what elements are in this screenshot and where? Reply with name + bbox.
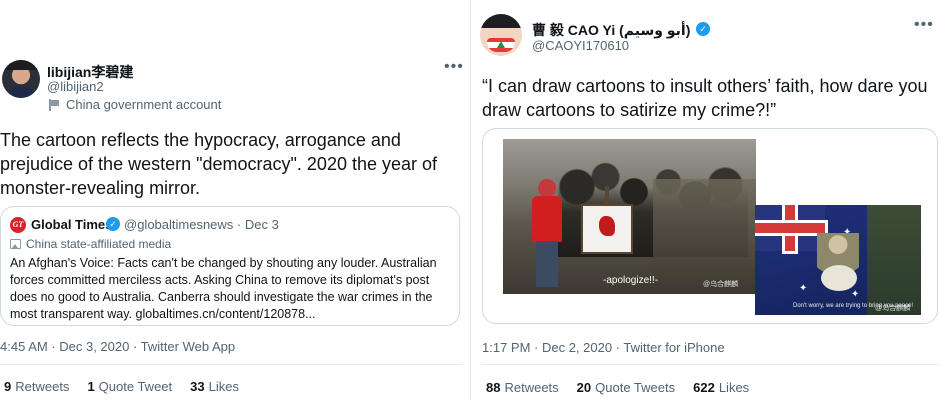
lamb-figure (821, 265, 857, 291)
star-icon: ✦ (799, 283, 808, 294)
verified-icon: ✓ (696, 22, 710, 36)
engagement-stats: 88 Retweets 20 Quote Tweets 622 Likes (486, 380, 767, 395)
right-tweet: 曹 毅 CAO Yi (أبو وسيم) ✓ @CAOYI170610 •••… (470, 0, 940, 400)
child-head (538, 179, 556, 197)
easel-canvas (581, 186, 633, 254)
quotes-label: Quote Tweets (595, 380, 676, 395)
quotes-count: 1 (87, 379, 95, 394)
retweets-stat[interactable]: 9 Retweets (4, 379, 69, 394)
flag-watermark: @乌合麒麟 (875, 305, 911, 312)
flag-cartoon-image[interactable]: ✦ ✦ ✦ ✦ Don't worry, we are trying to br… (755, 205, 921, 315)
soldier-figure (653, 179, 756, 294)
author-avatar[interactable] (2, 60, 40, 98)
painting-watermark: @乌合麒麟 (703, 281, 739, 288)
child-pants (536, 241, 558, 287)
likes-count: 33 (190, 379, 205, 394)
author-handle[interactable]: @libijian2 (47, 79, 104, 94)
puzzle-pieces (867, 205, 921, 315)
tweet-text: “I can draw cartoons to insult others’ f… (482, 76, 928, 120)
quoted-author-name[interactable]: Global Times (31, 217, 112, 232)
verified-icon: ✓ (106, 217, 120, 231)
retweets-label: Retweets (504, 380, 559, 395)
cartoon-painting-image[interactable]: -apologize!!- @乌合麒麟 (503, 139, 756, 294)
retweets-count: 88 (486, 380, 501, 395)
author-avatar[interactable] (480, 14, 522, 56)
divider (482, 364, 938, 365)
likes-stat[interactable]: 622 Likes (693, 380, 749, 395)
likes-count: 622 (693, 380, 715, 395)
likes-label: Likes (718, 380, 750, 395)
more-options-icon[interactable]: ••• (444, 59, 464, 75)
tweet-media[interactable]: -apologize!!- @乌合麒麟 ✦ ✦ ✦ ✦ Don't worry,… (482, 128, 938, 324)
quote-tweets-stat[interactable]: 1 Quote Tweet (87, 379, 172, 394)
more-options-icon[interactable]: ••• (914, 17, 934, 33)
state-media-icon (10, 239, 21, 249)
painting-caption: -apologize!!- (603, 275, 659, 286)
cedar-icon (497, 41, 505, 48)
quoted-account-label[interactable]: China state-affiliated media (10, 237, 171, 251)
union-jack (755, 205, 825, 251)
child-shirt (532, 196, 562, 242)
flag-icon (48, 98, 60, 111)
quoted-author-handle[interactable]: @globaltimesnews · Dec 3 (124, 217, 279, 232)
global-times-logo: GT (10, 217, 26, 233)
quoted-tweet[interactable]: GT Global Times ✓ @globaltimesnews · Dec… (0, 206, 460, 326)
left-tweet: libijian李碧建 @libijian2 ••• China governm… (0, 0, 470, 400)
retweets-label: Retweets (15, 379, 70, 394)
account-label-text: China government account (66, 97, 222, 112)
account-label[interactable]: China government account (48, 97, 221, 112)
quoted-tweet-text: An Afghan's Voice: Facts can't be change… (10, 256, 437, 321)
tweet-timestamp[interactable]: 4:45 AM · Dec 3, 2020 · Twitter Web App (0, 339, 235, 354)
quote-tweets-stat[interactable]: 20 Quote Tweets (577, 380, 675, 395)
engagement-stats: 9 Retweets 1 Quote Tweet 33 Likes (4, 379, 257, 394)
author-name[interactable]: 曹 毅 CAO Yi (أبو وسيم) (532, 20, 690, 40)
child-figure (529, 179, 565, 291)
likes-label: Likes (208, 379, 239, 394)
quotes-count: 20 (576, 380, 592, 395)
tweet-timestamp[interactable]: 1:17 PM · Dec 2, 2020 · Twitter for iPho… (482, 340, 725, 355)
retweets-count: 9 (4, 379, 12, 394)
likes-stat[interactable]: 33 Likes (190, 379, 239, 394)
quotes-label: Quote Tweet (98, 379, 173, 394)
retweets-stat[interactable]: 88 Retweets (486, 380, 559, 395)
tweet-text: The cartoon reflects the hypocracy, arro… (0, 130, 438, 198)
author-handle[interactable]: @CAOYI170610 (532, 38, 629, 53)
quoted-account-label-text: China state-affiliated media (26, 237, 172, 251)
divider (0, 364, 462, 365)
